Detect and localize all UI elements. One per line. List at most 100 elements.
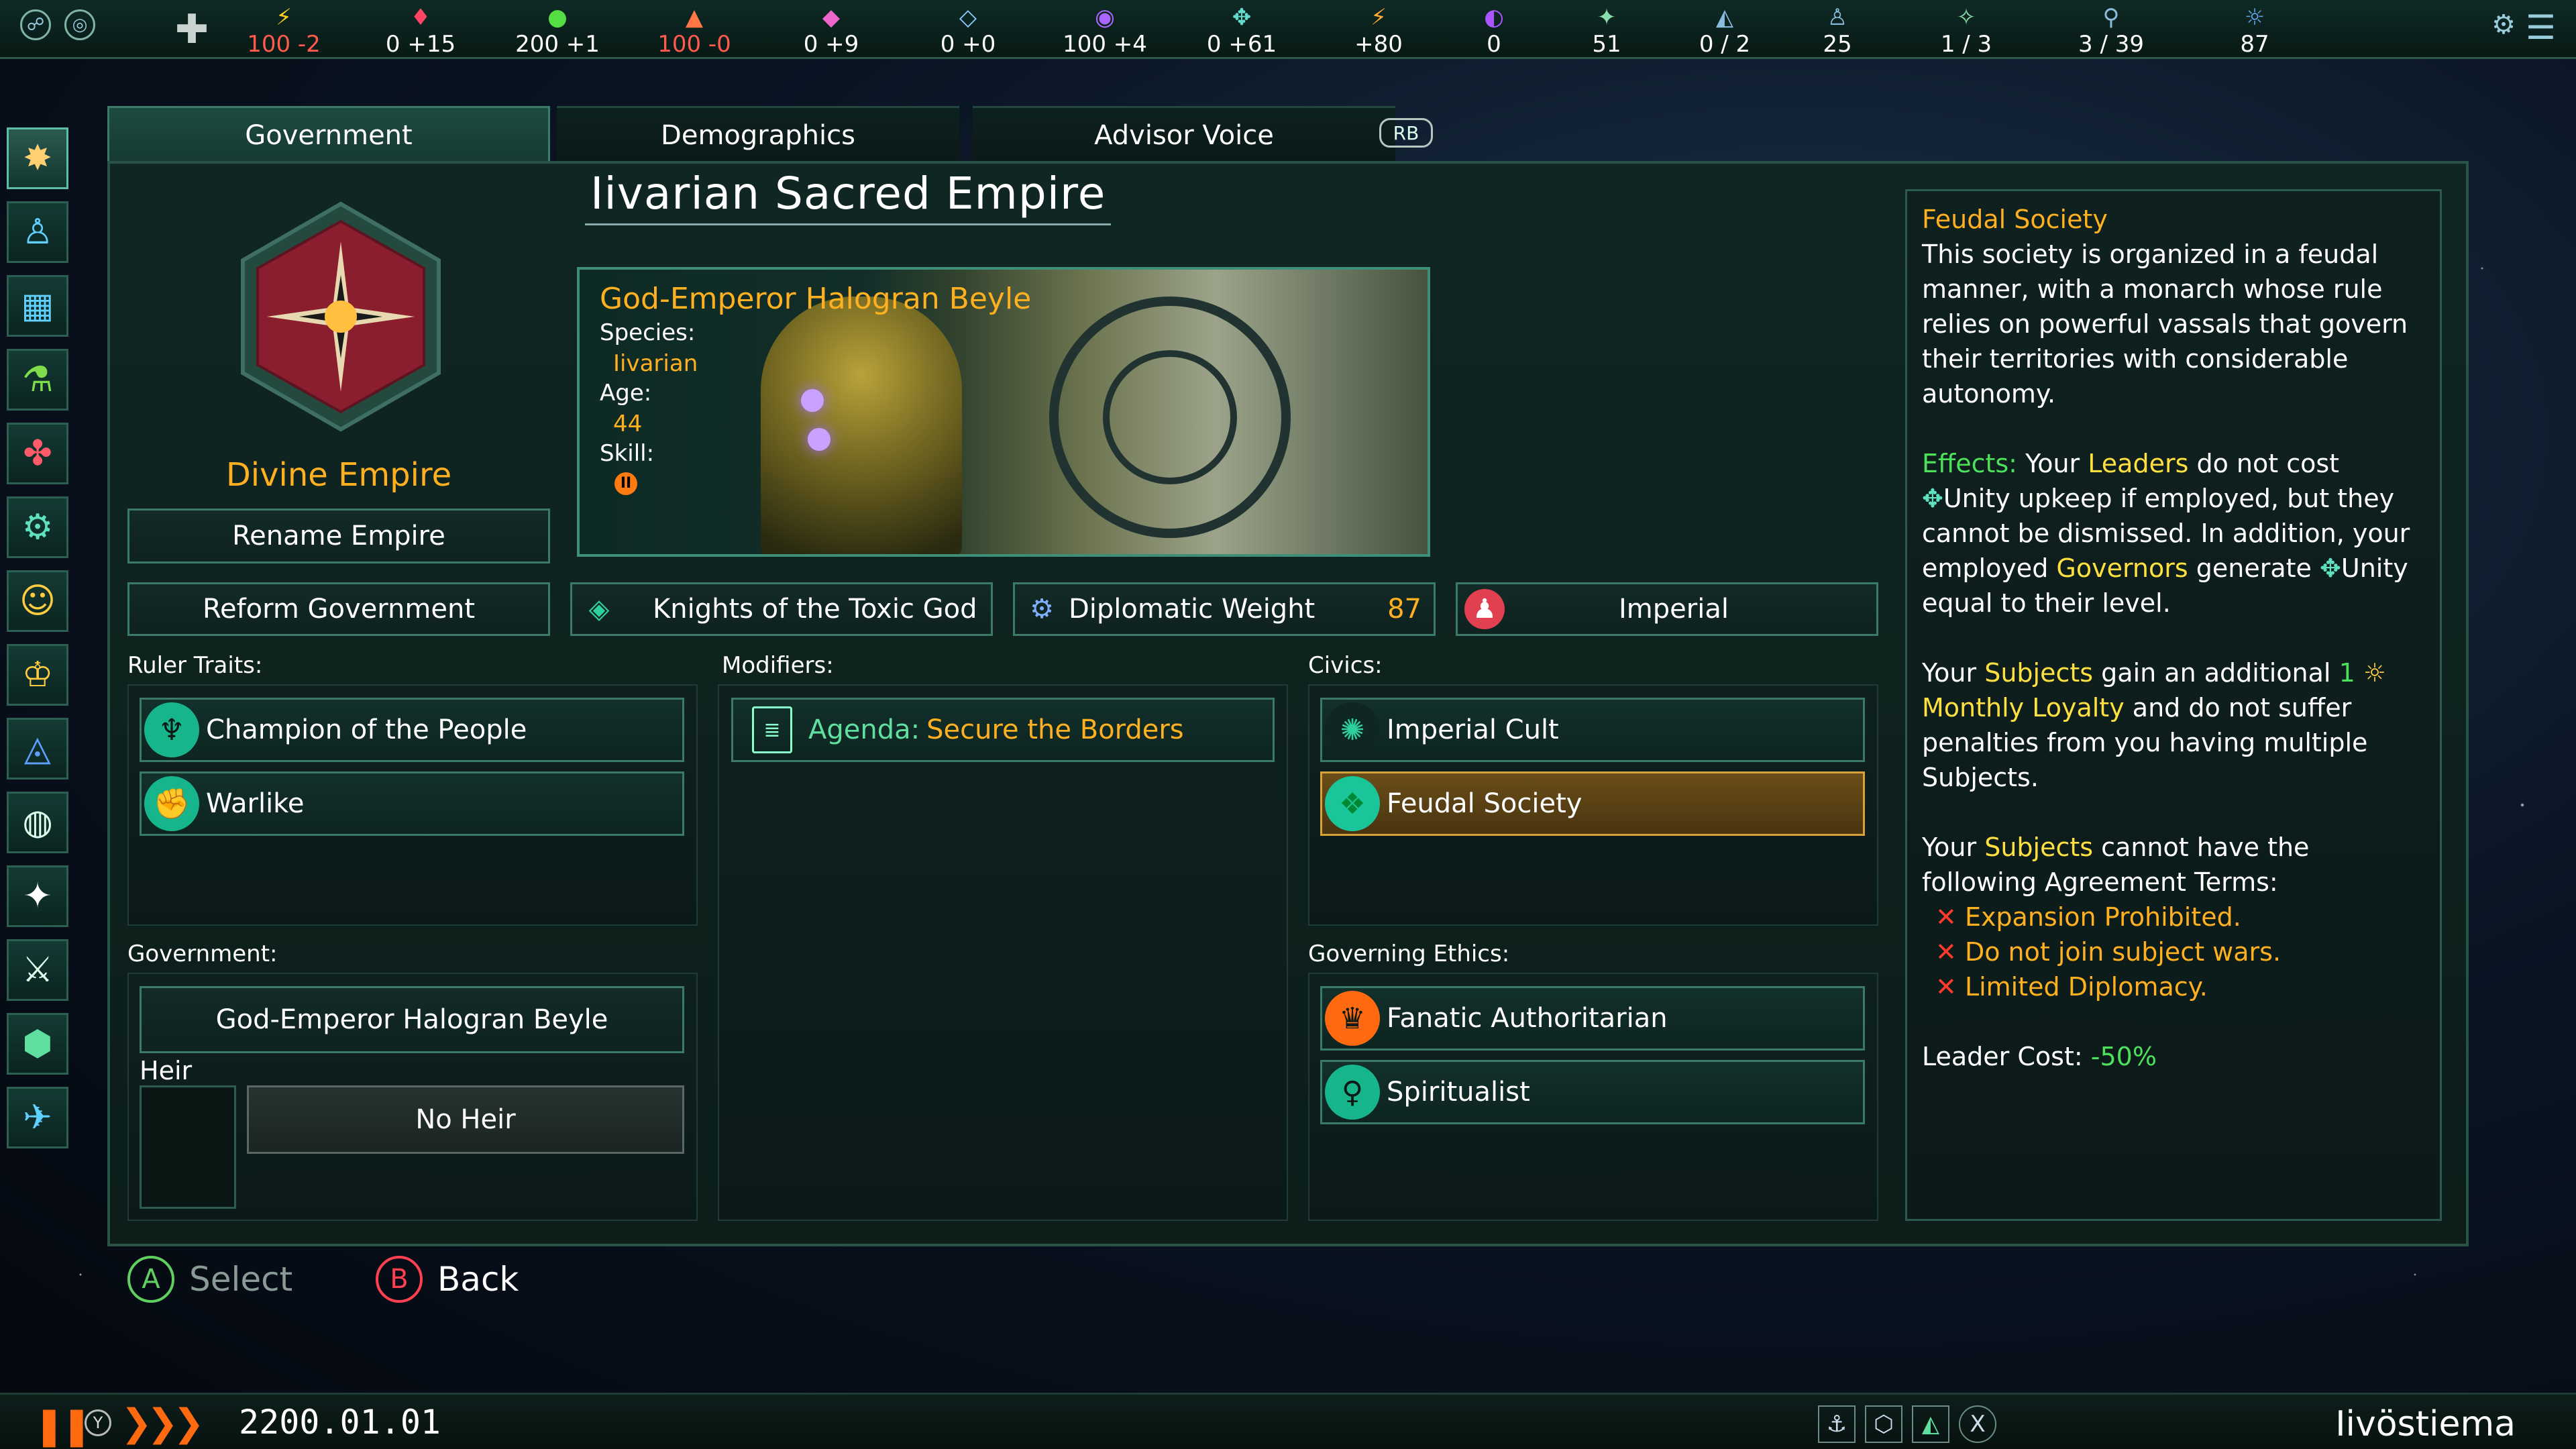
resource-value: 25 bbox=[1823, 31, 1852, 58]
heir-portrait[interactable] bbox=[140, 1085, 236, 1209]
tab-bar: LB Government Demographics Advisor Voice… bbox=[107, 106, 1449, 162]
sidebar-galaxy-icon[interactable]: ◍ bbox=[7, 792, 68, 853]
outliner-icon[interactable]: ⬡ bbox=[1865, 1405, 1902, 1443]
ethic-fanatic-authoritarian[interactable]: ♛ Fanatic Authoritarian bbox=[1320, 986, 1865, 1051]
trait-warlike[interactable]: ✊ Warlike bbox=[140, 771, 684, 836]
unity-icon: ✥ bbox=[1232, 4, 1252, 31]
sidebar-traditions-icon[interactable]: ✤ bbox=[7, 423, 68, 484]
origin-button[interactable]: ◈ Knights of the Toxic God bbox=[570, 582, 993, 636]
resource-value: 100 +4 bbox=[1063, 31, 1147, 58]
sidebar-ships-icon[interactable]: ✈ bbox=[7, 1087, 68, 1148]
resource-value: 200 +1 bbox=[515, 31, 600, 58]
empire-name: Iivarian Sacred Empire bbox=[585, 168, 1112, 225]
reform-government-button[interactable]: Reform Government bbox=[127, 582, 550, 636]
agenda-modifier[interactable]: ≣ Agenda: Secure the Borders bbox=[731, 698, 1275, 762]
resource-value: 51 bbox=[1592, 31, 1621, 58]
back-prompt[interactable]: B Back bbox=[376, 1256, 519, 1303]
menu-icon[interactable]: ☰ bbox=[2526, 8, 2556, 47]
civic-imperial-cult[interactable]: ✺ Imperial Cult bbox=[1320, 698, 1865, 762]
bottom-bar: ❚❚ Y ❯❯❯ 2200.01.01 ⚓ ⬡ ◭ X Iivöstiema bbox=[0, 1393, 2576, 1449]
resource-value: 0 +61 bbox=[1206, 31, 1277, 58]
sidebar-federation-icon[interactable]: ◬ bbox=[7, 718, 68, 780]
ethic-label: Fanatic Authoritarian bbox=[1387, 1003, 1668, 1034]
resource-energy[interactable]: ⚡ 100 -2 bbox=[233, 4, 334, 58]
x-button-icon: X bbox=[1959, 1405, 1996, 1443]
resource-consumer-goods[interactable]: ◆ 0 +9 bbox=[781, 4, 881, 58]
sidebar-planets-icon[interactable]: ▦ bbox=[7, 275, 68, 337]
resource-fleet[interactable]: ⚲ 3 / 39 bbox=[2061, 4, 2161, 58]
tab-demographics[interactable]: Demographics bbox=[557, 106, 959, 162]
consumer-goods-icon: ◆ bbox=[822, 4, 841, 31]
resource-influence[interactable]: ◉ 100 +4 bbox=[1055, 4, 1155, 58]
unity-icon: ✥ bbox=[1922, 484, 1943, 513]
resource-research[interactable]: ⚡ +80 bbox=[1328, 4, 1429, 58]
spiritualist-icon: ♀ bbox=[1325, 1065, 1380, 1120]
sidebar-situations-icon[interactable]: ☺ bbox=[7, 570, 68, 632]
resource-stability[interactable]: ☼ 87 bbox=[2204, 4, 2305, 58]
resource-pops[interactable]: ♙ 25 bbox=[1787, 4, 1888, 58]
ethic-spiritualist[interactable]: ♀ Spiritualist bbox=[1320, 1060, 1865, 1124]
tab-advisor-voice[interactable]: Advisor Voice bbox=[973, 106, 1395, 162]
resource-starbase[interactable]: ◭ 0 / 2 bbox=[1674, 4, 1775, 58]
resource-food[interactable]: ● 200 +1 bbox=[507, 4, 608, 58]
sidebar-policies-icon[interactable]: ⚙ bbox=[7, 496, 68, 558]
resource-psionic[interactable]: ◐ 0 bbox=[1444, 4, 1544, 58]
authority-button[interactable]: ♟ Imperial bbox=[1456, 582, 1878, 636]
select-prompt[interactable]: A Select bbox=[127, 1256, 292, 1303]
sidebar-relics-icon[interactable]: ⬢ bbox=[7, 1013, 68, 1075]
situation-icon[interactable]: ◎ bbox=[64, 9, 95, 40]
rb-button[interactable]: RB bbox=[1379, 118, 1433, 148]
resource-value: 100 -2 bbox=[247, 31, 321, 58]
naval-capacity-icon: ✦ bbox=[1597, 4, 1617, 31]
resource-trade[interactable]: ◇ 0 +0 bbox=[918, 4, 1018, 58]
resource-unity[interactable]: ✥ 0 +61 bbox=[1191, 4, 1292, 58]
no-heir-button[interactable]: No Heir bbox=[247, 1085, 684, 1154]
civic-feudal-society[interactable]: ❖ Feudal Society bbox=[1320, 771, 1865, 836]
envoys-icon: ✧ bbox=[1956, 4, 1976, 31]
sidebar-leaders-icon[interactable]: ♔ bbox=[7, 644, 68, 706]
loyalty-icon: ☼ bbox=[2363, 658, 2386, 688]
description-title: Feudal Society bbox=[1922, 205, 2108, 234]
resource-naval-capacity[interactable]: ✦ 51 bbox=[1556, 4, 1657, 58]
diplomatic-weight-button[interactable]: ⚙ Diplomatic Weight 87 bbox=[1013, 582, 1436, 636]
trait-champion-of-the-people[interactable]: ♆ Champion of the People bbox=[140, 698, 684, 762]
origin-icon: ◈ bbox=[588, 594, 610, 625]
feudal-society-icon: ❖ bbox=[1325, 776, 1380, 831]
diplomatic-weight-icon: ⚙ bbox=[1030, 594, 1054, 625]
y-button-icon: Y bbox=[85, 1409, 111, 1436]
sidebar-military-icon[interactable]: ⚔ bbox=[7, 939, 68, 1001]
game-speed-icon[interactable]: ❯❯❯ bbox=[121, 1401, 205, 1445]
resource-value: 0 +9 bbox=[803, 31, 859, 58]
map-mode-icon[interactable]: ◭ bbox=[1912, 1405, 1949, 1443]
pause-icon[interactable]: ❚❚ bbox=[34, 1404, 93, 1448]
sidebar-research-icon[interactable]: ⚗ bbox=[7, 349, 68, 411]
heir-label: Heir bbox=[140, 1056, 193, 1085]
contacts-icon[interactable]: ☍ bbox=[20, 9, 51, 40]
alloys-icon: ▲ bbox=[685, 4, 704, 31]
fleet-manager-icon[interactable]: ⚓ bbox=[1818, 1405, 1856, 1443]
tab-government[interactable]: Government bbox=[107, 106, 550, 162]
resource-value: +80 bbox=[1354, 31, 1403, 58]
resource-minerals[interactable]: ♦ 0 +15 bbox=[370, 4, 471, 58]
ruler-portrait[interactable]: God-Emperor Halogran Beyle Species: Iiva… bbox=[577, 267, 1430, 557]
imperial-authority-icon: ♟ bbox=[1464, 589, 1505, 629]
research-icon: ⚡ bbox=[1371, 4, 1387, 31]
ruler-eye-left bbox=[801, 389, 824, 412]
sidebar-government-icon[interactable]: ✸ bbox=[7, 127, 68, 189]
species-label: Species: bbox=[600, 319, 696, 346]
sidebar-contacts-icon[interactable]: ✦ bbox=[7, 865, 68, 927]
resource-value: 87 bbox=[2240, 31, 2269, 58]
resource-alloys[interactable]: ▲ 100 -0 bbox=[644, 4, 745, 58]
pops-icon: ♙ bbox=[1827, 4, 1848, 31]
player-empire-name: Iivöstiema bbox=[2335, 1404, 2516, 1444]
resource-envoys[interactable]: ✧ 1 / 3 bbox=[1916, 4, 2017, 58]
rename-empire-button[interactable]: Rename Empire bbox=[127, 508, 550, 564]
age-value: 44 bbox=[613, 411, 643, 437]
government-ruler-button[interactable]: God-Emperor Halogran Beyle bbox=[140, 986, 684, 1053]
select-label: Select bbox=[189, 1260, 293, 1299]
sidebar-species-icon[interactable]: ♙ bbox=[7, 201, 68, 263]
settings-icon[interactable]: ⚙ bbox=[2491, 9, 2516, 40]
modifiers-panel bbox=[718, 684, 1288, 1221]
resource-value: 0 +0 bbox=[940, 31, 996, 58]
add-icon[interactable]: ✚ bbox=[172, 9, 212, 50]
